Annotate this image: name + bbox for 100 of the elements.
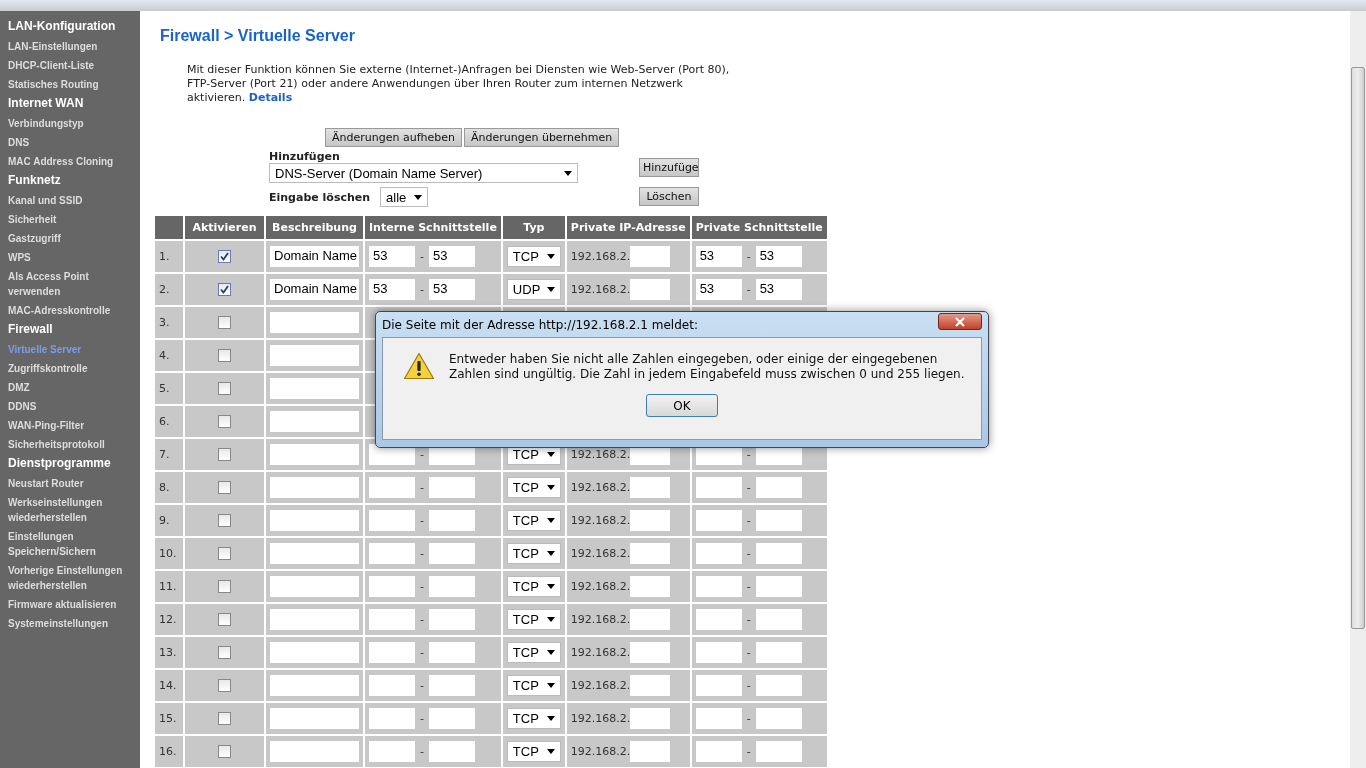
port-field[interactable]	[695, 675, 742, 696]
description-field[interactable]	[270, 741, 359, 762]
description-field[interactable]	[270, 642, 359, 663]
sidebar-item[interactable]: WPS	[0, 248, 140, 267]
port-field[interactable]	[695, 543, 742, 564]
type-select[interactable]: TCP	[506, 741, 561, 762]
sidebar-item[interactable]: Sicherheitsprotokoll	[0, 435, 140, 454]
service-select[interactable]: DNS-Server (Domain Name Server)	[269, 163, 578, 183]
port-field[interactable]	[369, 708, 415, 729]
description-field[interactable]	[270, 477, 359, 498]
enable-checkbox[interactable]	[218, 580, 231, 594]
ip-field[interactable]	[630, 510, 671, 531]
description-field[interactable]	[270, 444, 359, 465]
enable-checkbox[interactable]	[218, 448, 231, 462]
port-field[interactable]	[429, 708, 475, 729]
sidebar-item[interactable]: Zugriffskontrolle	[0, 359, 140, 378]
type-select[interactable]: TCP	[506, 576, 561, 597]
port-field[interactable]: 53	[695, 279, 742, 300]
port-field[interactable]	[755, 576, 802, 597]
description-field[interactable]	[270, 378, 359, 399]
description-field[interactable]: Domain Name	[270, 279, 359, 300]
port-field[interactable]	[755, 543, 802, 564]
port-field[interactable]	[369, 477, 415, 498]
description-field[interactable]	[270, 345, 359, 366]
port-field[interactable]	[755, 477, 802, 498]
enable-checkbox[interactable]	[218, 745, 231, 759]
port-field[interactable]	[695, 477, 742, 498]
port-field[interactable]	[755, 741, 802, 762]
port-field[interactable]: 53	[369, 246, 415, 267]
ip-field[interactable]	[630, 246, 671, 267]
description-field[interactable]	[270, 609, 359, 630]
sidebar-item[interactable]: DDNS	[0, 397, 140, 416]
description-field[interactable]	[270, 411, 359, 432]
description-field[interactable]	[270, 675, 359, 696]
description-field[interactable]	[270, 510, 359, 531]
port-field[interactable]	[429, 642, 475, 663]
ip-field[interactable]	[630, 576, 671, 597]
port-field[interactable]	[695, 510, 742, 531]
port-field[interactable]	[755, 510, 802, 531]
enable-checkbox[interactable]	[218, 382, 231, 396]
add-button[interactable]: Hinzufüge	[639, 158, 699, 177]
port-field[interactable]	[695, 576, 742, 597]
sidebar-item[interactable]: Als Access Point verwenden	[0, 267, 140, 301]
port-field[interactable]: 53	[429, 279, 475, 300]
form-button[interactable]: Änderungen übernehmen	[464, 128, 620, 147]
sidebar-item[interactable]: Verbindungstyp	[0, 114, 140, 133]
sidebar-item[interactable]: MAC-Adresskontrolle	[0, 301, 140, 320]
sidebar-item[interactable]: Sicherheit	[0, 210, 140, 229]
port-field[interactable]	[695, 741, 742, 762]
sidebar-item[interactable]: Werkseinstellungen wiederherstellen	[0, 493, 140, 527]
port-field[interactable]	[695, 708, 742, 729]
ip-field[interactable]	[630, 609, 671, 630]
sidebar-item[interactable]: Gastzugriff	[0, 229, 140, 248]
sidebar-item[interactable]: Vorherige Einstellungen wiederherstellen	[0, 561, 140, 595]
enable-checkbox[interactable]	[218, 712, 231, 726]
port-field[interactable]	[429, 543, 475, 564]
port-field[interactable]	[369, 576, 415, 597]
ok-button[interactable]: OK	[646, 394, 718, 417]
ip-field[interactable]	[630, 741, 671, 762]
port-field[interactable]	[695, 609, 742, 630]
sidebar-item[interactable]: DHCP-Client-Liste	[0, 56, 140, 75]
enable-checkbox[interactable]	[218, 613, 231, 627]
form-button[interactable]: Änderungen aufheben	[325, 128, 462, 147]
enable-checkbox[interactable]	[218, 514, 231, 528]
sidebar-item[interactable]: MAC Address Cloning	[0, 152, 140, 171]
description-field[interactable]: Domain Name	[270, 246, 359, 267]
type-select[interactable]: TCP	[506, 675, 561, 696]
port-field[interactable]	[369, 543, 415, 564]
description-field[interactable]	[270, 312, 359, 333]
enable-checkbox[interactable]	[218, 283, 231, 297]
enable-checkbox[interactable]	[218, 679, 231, 693]
description-field[interactable]	[270, 576, 359, 597]
port-field[interactable]	[429, 675, 475, 696]
enable-checkbox[interactable]	[218, 646, 231, 660]
type-select[interactable]: TCP	[506, 246, 561, 267]
description-field[interactable]	[270, 543, 359, 564]
ip-field[interactable]	[630, 642, 671, 663]
port-field[interactable]	[369, 675, 415, 696]
sidebar-item[interactable]: Einstellungen Speichern/Sichern	[0, 527, 140, 561]
sidebar-item[interactable]: Systemeinstellungen	[0, 614, 140, 633]
port-field[interactable]: 53	[755, 246, 802, 267]
clear-button[interactable]: Löschen	[639, 187, 699, 206]
port-field[interactable]	[429, 576, 475, 597]
ip-field[interactable]	[630, 477, 671, 498]
sidebar-item[interactable]: WAN-Ping-Filter	[0, 416, 140, 435]
port-field[interactable]	[755, 708, 802, 729]
sidebar-item[interactable]: DNS	[0, 133, 140, 152]
type-select[interactable]: TCP	[506, 708, 561, 729]
port-field[interactable]	[369, 741, 415, 762]
ip-field[interactable]	[630, 708, 671, 729]
ip-field[interactable]	[630, 279, 671, 300]
port-field[interactable]	[429, 510, 475, 531]
port-field[interactable]	[755, 642, 802, 663]
details-link[interactable]: Details	[248, 91, 293, 104]
sidebar-item[interactable]: LAN-Einstellungen	[0, 37, 140, 56]
port-field[interactable]	[755, 675, 802, 696]
type-select[interactable]: UDP	[506, 279, 561, 300]
enable-checkbox[interactable]	[218, 316, 231, 330]
type-select[interactable]: TCP	[506, 510, 561, 531]
port-field[interactable]	[429, 741, 475, 762]
